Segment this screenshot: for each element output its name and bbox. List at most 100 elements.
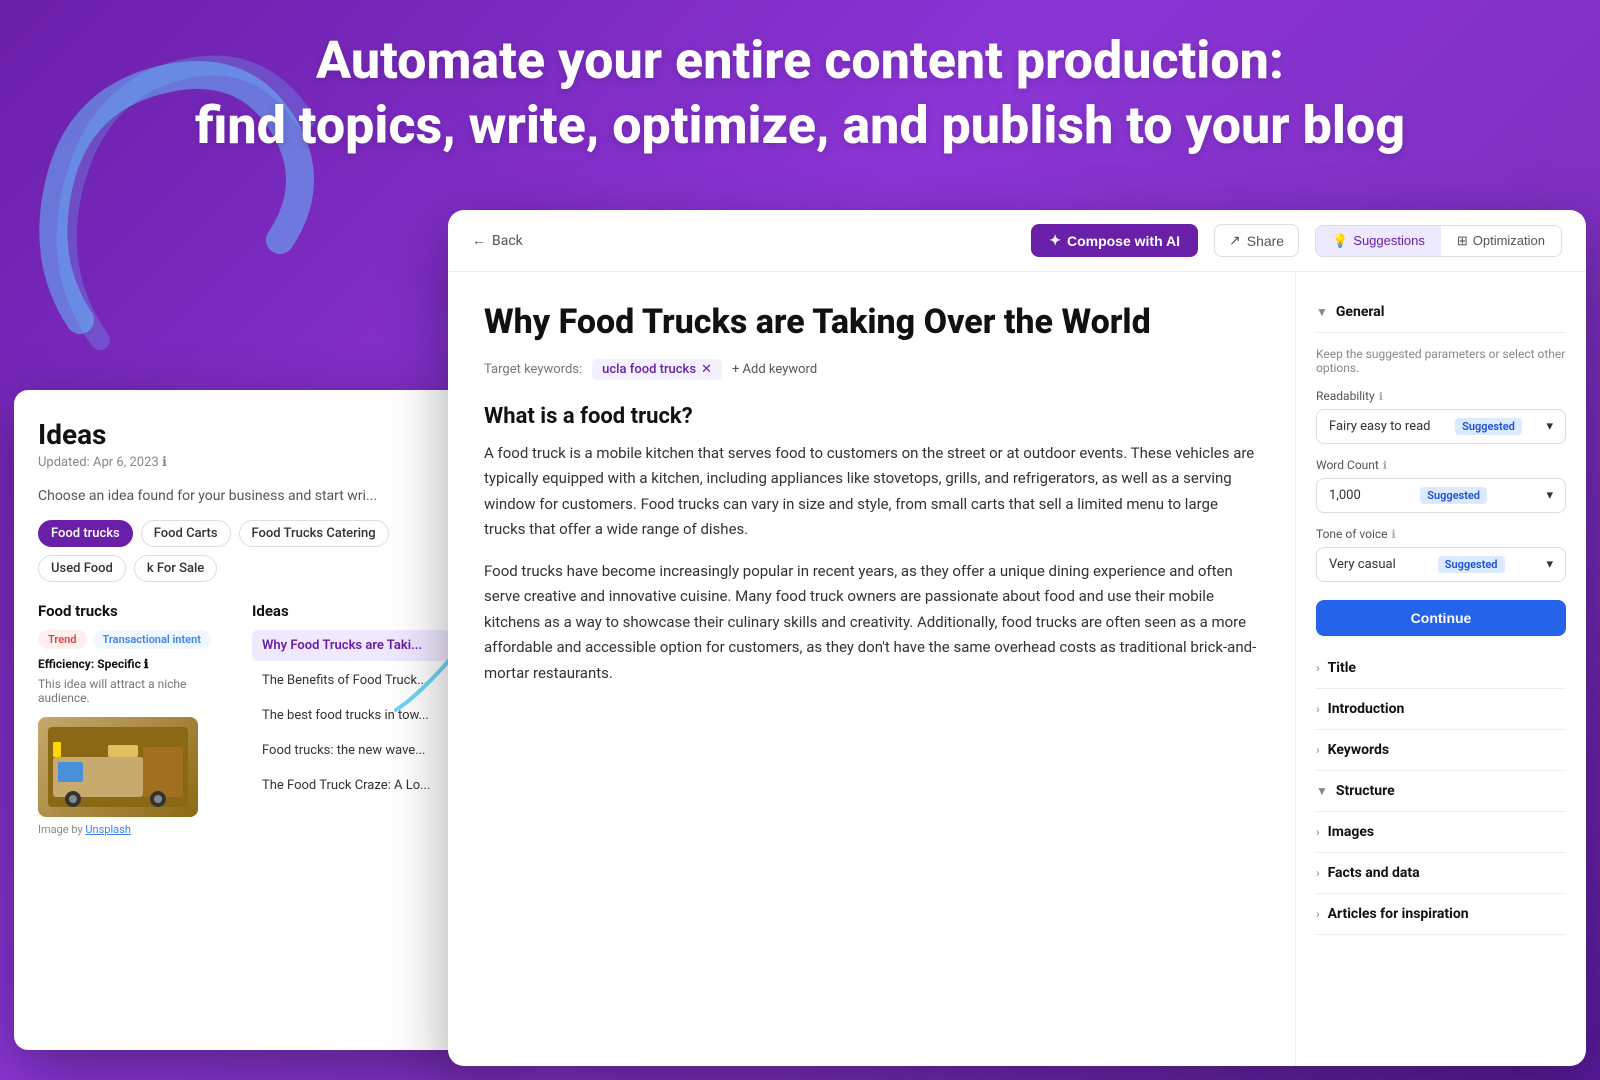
back-label: Back [492, 233, 523, 249]
articles-section-title: Articles for inspiration [1328, 906, 1469, 922]
introduction-section-header[interactable]: › Introduction [1316, 689, 1566, 730]
ideas-title: Ideas [38, 418, 450, 451]
keyword-chip[interactable]: ucla food trucks ✕ [592, 359, 722, 380]
title-section-header[interactable]: › Title [1316, 648, 1566, 689]
ideas-right-col: Ideas Why Food Trucks are Taki... The Be… [236, 602, 450, 1032]
readability-suggested: Suggested [1455, 418, 1522, 435]
back-button[interactable]: ← Back [472, 232, 523, 249]
ideas-subtitle: Choose an idea found for your business a… [38, 488, 450, 504]
chevron-down-icon: ▼ [1316, 305, 1328, 319]
introduction-section: › Introduction [1316, 689, 1566, 730]
idea-item-4[interactable]: Food trucks: the new wave... [252, 735, 450, 766]
suggestions-icon: 💡 [1332, 233, 1348, 249]
share-button[interactable]: ↗ Share [1214, 224, 1299, 257]
truck-image [38, 717, 198, 817]
editor-body: Why Food Trucks are Taking Over the Worl… [448, 272, 1586, 1066]
img-credit: Image by Unsplash [38, 823, 236, 836]
tab-group: 💡 Suggestions ⊞ Optimization [1315, 225, 1562, 257]
tag-row: Food trucks Food Carts Food Trucks Cater… [38, 520, 450, 582]
idea-item-1[interactable]: Why Food Trucks are Taki... [252, 630, 450, 661]
body-paragraph2: Food trucks have become increasingly pop… [484, 559, 1259, 687]
efficiency-text: Efficiency: Specific ℹ [38, 657, 236, 671]
editor-panel: ← Back ✦ Compose with AI ↗ Share 💡 Sugge… [448, 210, 1586, 1066]
transact-badge: Transactional intent [93, 630, 211, 649]
keywords-section-title: Keywords [1328, 742, 1390, 758]
info-icon-small: ℹ [144, 657, 149, 671]
tag-for-sale[interactable]: k For Sale [134, 555, 217, 582]
facts-section-header[interactable]: › Facts and data [1316, 853, 1566, 894]
trend-badge: Trend [38, 630, 87, 649]
info-icon: ℹ [162, 455, 167, 470]
wordcount-label: Word Count ℹ [1316, 458, 1566, 472]
ideas-columns: Food trucks Trend Transactional intent E… [38, 602, 450, 1032]
tab-suggestions[interactable]: 💡 Suggestions [1316, 226, 1441, 256]
section1-heading: What is a food truck? [484, 404, 1259, 429]
general-section-header[interactable]: ▼ General [1316, 292, 1566, 333]
tag-food-trucks[interactable]: Food trucks [38, 520, 133, 547]
ideas-updated: Updated: Apr 6, 2023 ℹ [38, 455, 450, 470]
title-section: › Title [1316, 648, 1566, 689]
chevron-right-icon: › [1316, 825, 1320, 839]
editor-topbar: ← Back ✦ Compose with AI ↗ Share 💡 Sugge… [448, 210, 1586, 272]
chevron-down-icon: ▾ [1546, 488, 1553, 503]
chevron-down-icon: ▼ [1316, 784, 1328, 798]
article-title: Why Food Trucks are Taking Over the Worl… [484, 302, 1259, 343]
ideas-panel: Ideas Updated: Apr 6, 2023 ℹ Choose an i… [14, 390, 474, 1050]
ideas-left-col: Food trucks Trend Transactional intent E… [38, 602, 236, 1032]
ideas-right-col-title: Ideas [252, 602, 450, 620]
chevron-right-icon: › [1316, 743, 1320, 757]
chevron-right-icon: › [1316, 661, 1320, 675]
share-label: Share [1247, 233, 1284, 249]
idea-item-5[interactable]: The Food Truck Craze: A Lo... [252, 770, 450, 801]
header-line1: Automate your entire content production: [80, 28, 1520, 93]
tag-used-food[interactable]: Used Food [38, 555, 126, 582]
chevron-right-icon: › [1316, 702, 1320, 716]
readability-info-icon: ℹ [1379, 390, 1383, 403]
back-arrow-icon: ← [472, 232, 486, 249]
general-section-content: Keep the suggested parameters or select … [1316, 333, 1566, 648]
header: Automate your entire content production:… [0, 28, 1600, 158]
idea-item-2[interactable]: The Benefits of Food Truck... [252, 665, 450, 696]
general-desc: Keep the suggested parameters or select … [1316, 347, 1566, 375]
content-area[interactable]: Why Food Trucks are Taking Over the Worl… [448, 272, 1296, 1066]
idea-item-3[interactable]: The best food trucks in tow... [252, 700, 450, 731]
add-keyword-btn[interactable]: + Add keyword [732, 362, 817, 377]
keywords-row: Target keywords: ucla food trucks ✕ + Ad… [484, 359, 1259, 380]
header-line2: find topics, write, optimize, and publis… [80, 93, 1520, 158]
tag-food-trucks-catering[interactable]: Food Trucks Catering [239, 520, 389, 547]
chevron-right-icon: › [1316, 907, 1320, 921]
structure-section: ▼ Structure [1316, 771, 1566, 812]
truck-svg [48, 727, 188, 807]
readability-select[interactable]: Fairy easy to read Suggested ▾ [1316, 409, 1566, 444]
tone-select[interactable]: Very casual Suggested ▾ [1316, 547, 1566, 582]
unsplash-link[interactable]: Unsplash [85, 823, 130, 836]
tag-food-carts[interactable]: Food Carts [141, 520, 231, 547]
compose-ai-button[interactable]: ✦ Compose with AI [1031, 224, 1198, 257]
readability-label: Readability ℹ [1316, 389, 1566, 403]
remove-keyword-icon[interactable]: ✕ [701, 362, 712, 377]
keywords-section: › Keywords [1316, 730, 1566, 771]
structure-section-header[interactable]: ▼ Structure [1316, 771, 1566, 812]
wordcount-suggested: Suggested [1420, 487, 1487, 504]
articles-section-header[interactable]: › Articles for inspiration [1316, 894, 1566, 935]
compose-icon: ✦ [1049, 232, 1061, 249]
badge-row: Trend Transactional intent [38, 630, 236, 649]
tone-suggested: Suggested [1438, 556, 1505, 573]
title-section-title: Title [1328, 660, 1356, 676]
images-section: › Images [1316, 812, 1566, 853]
general-section: ▼ General Keep the suggested parameters … [1316, 292, 1566, 648]
optimization-icon: ⊞ [1457, 233, 1468, 249]
images-section-header[interactable]: › Images [1316, 812, 1566, 853]
continue-button[interactable]: Continue [1316, 600, 1566, 636]
introduction-section-title: Introduction [1328, 701, 1405, 717]
wordcount-info-icon: ℹ [1383, 459, 1387, 472]
body-paragraph1: A food truck is a mobile kitchen that se… [484, 441, 1259, 543]
general-section-title: General [1336, 304, 1385, 320]
tab-optimization[interactable]: ⊞ Optimization [1441, 226, 1561, 256]
compose-label: Compose with AI [1067, 233, 1180, 249]
keywords-section-header[interactable]: › Keywords [1316, 730, 1566, 771]
tone-info-icon: ℹ [1392, 528, 1396, 541]
structure-section-title: Structure [1336, 783, 1395, 799]
articles-section: › Articles for inspiration [1316, 894, 1566, 935]
wordcount-select[interactable]: 1,000 Suggested ▾ [1316, 478, 1566, 513]
